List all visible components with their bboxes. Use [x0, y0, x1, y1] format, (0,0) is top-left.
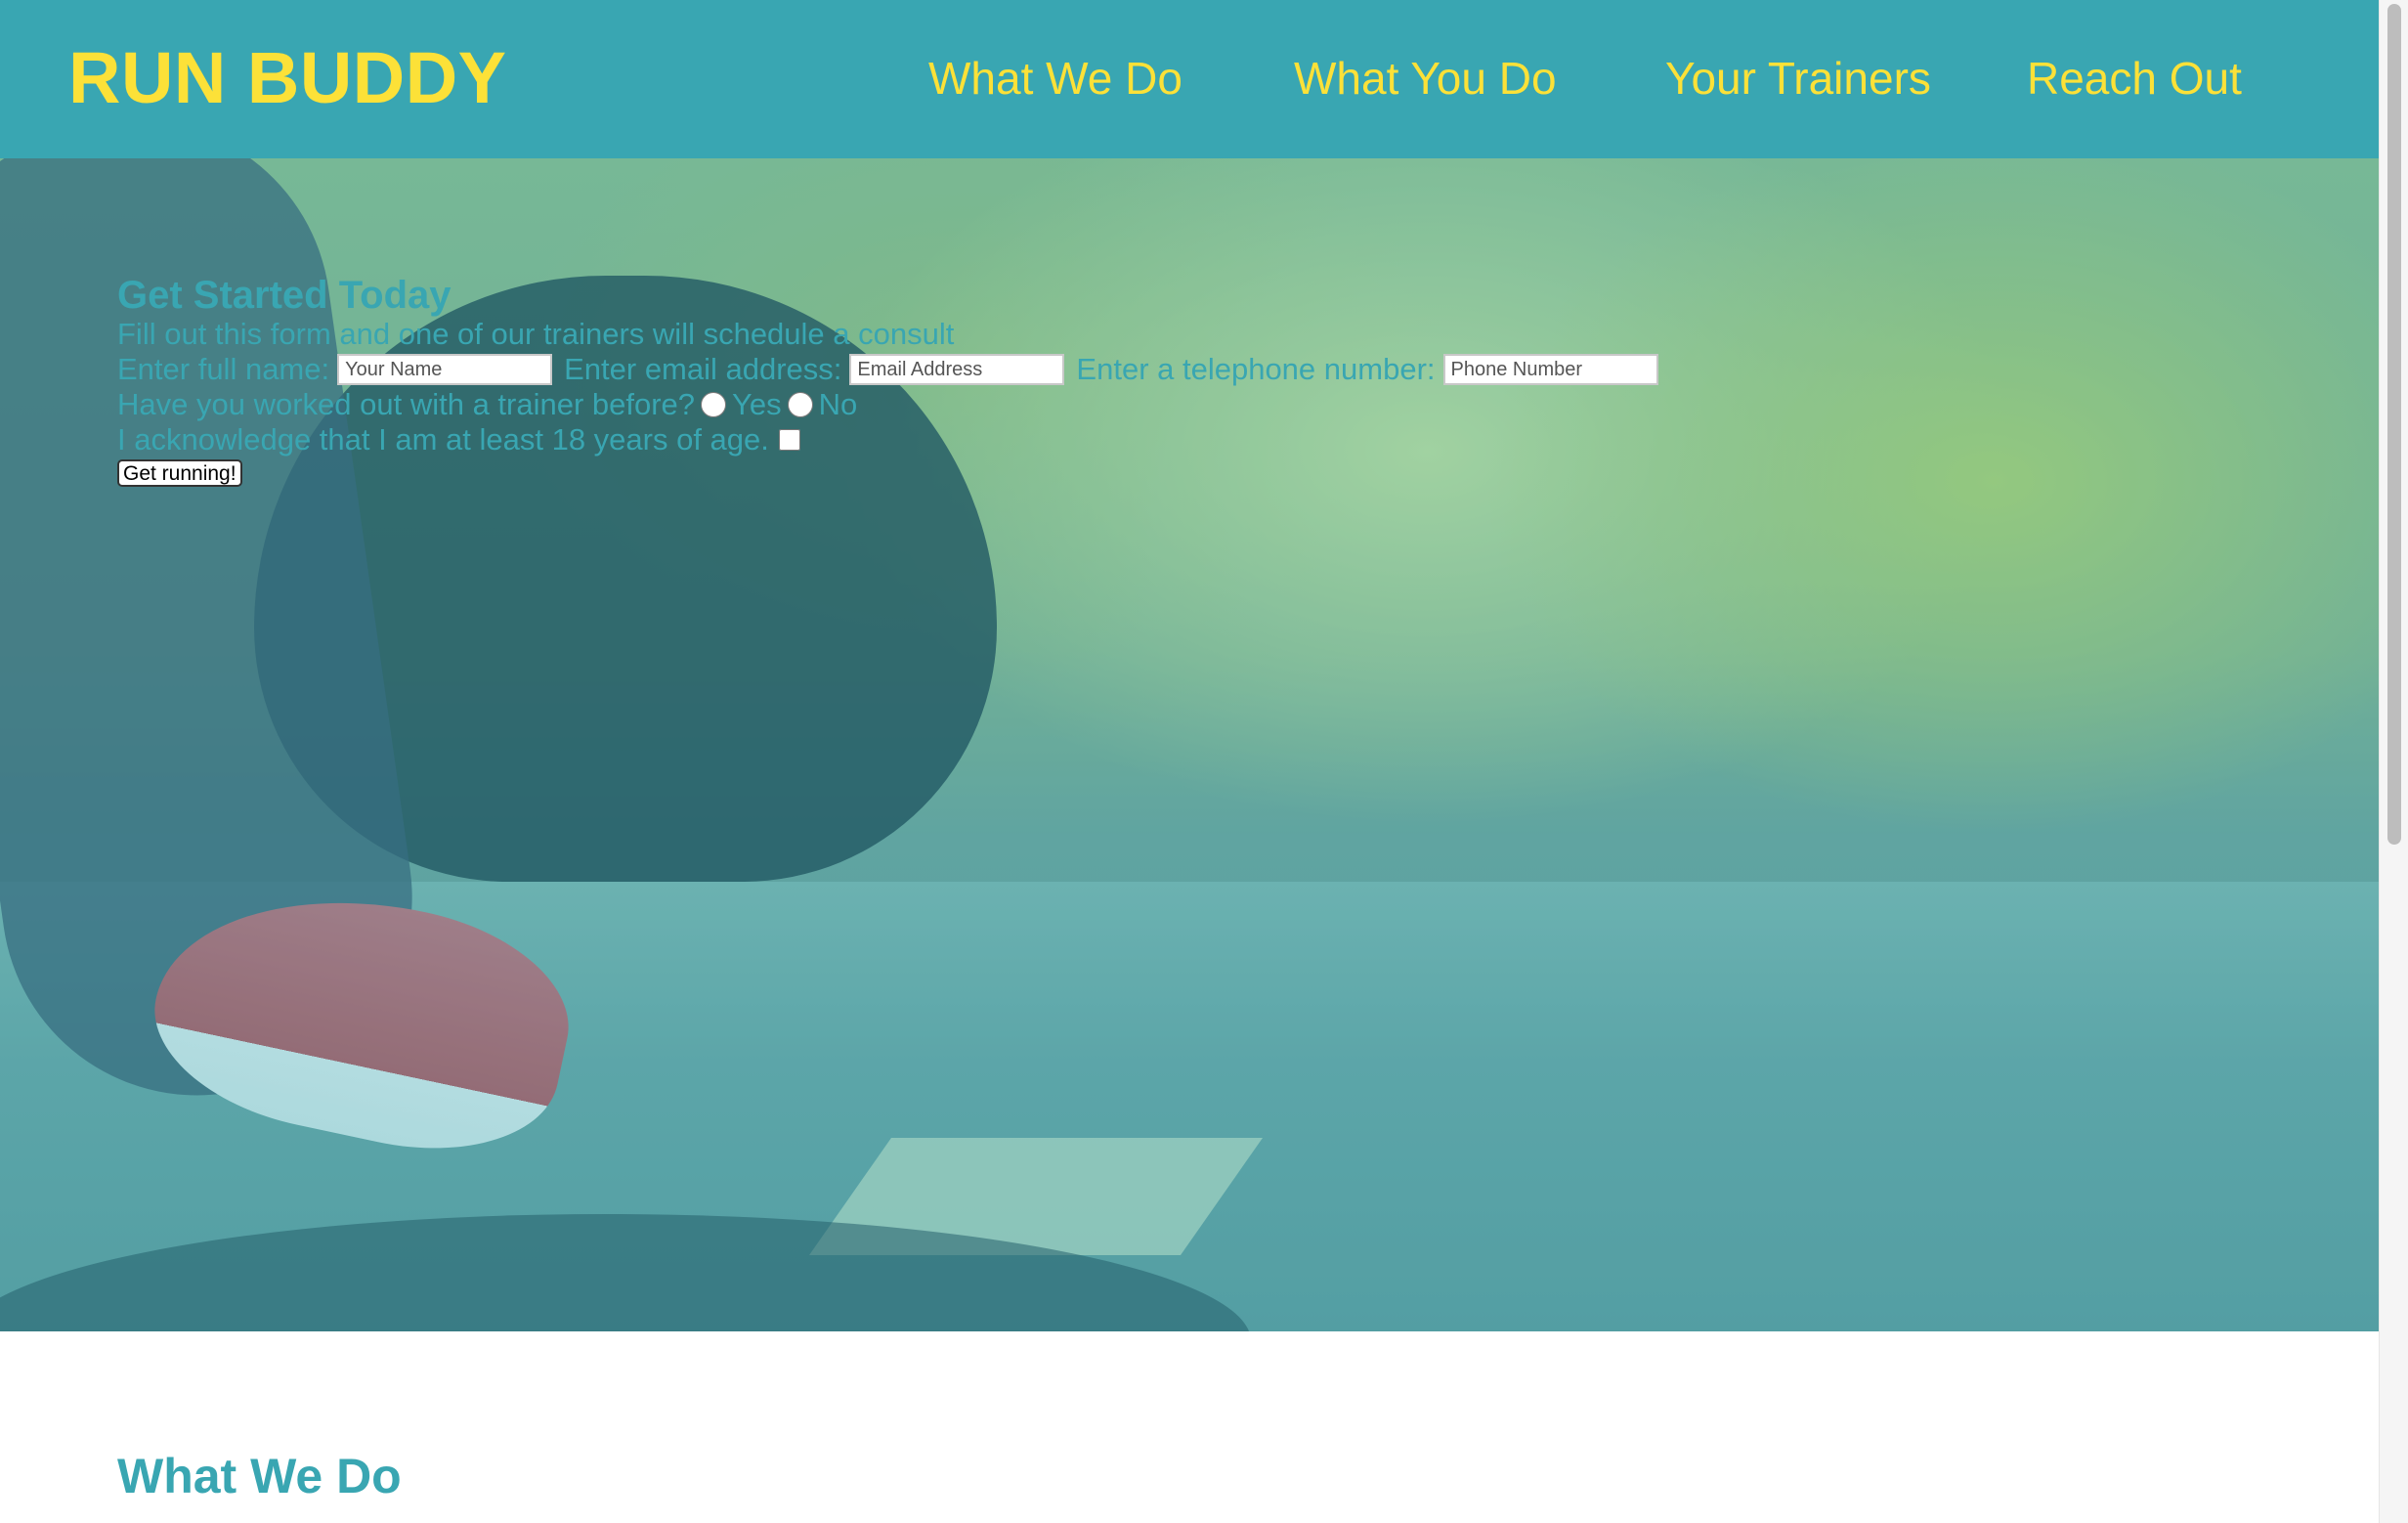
section-title-what-we-do: What We Do — [117, 1449, 402, 1503]
nav-your-trainers[interactable]: Your Trainers — [1665, 47, 1931, 109]
trainer-no-label: No — [818, 387, 858, 421]
phone-label: Enter a telephone number: — [1076, 352, 1436, 386]
name-input[interactable] — [337, 354, 553, 385]
form-subtitle: Fill out this form and one of our traine… — [117, 317, 955, 351]
trainer-yes-label: Yes — [732, 387, 782, 421]
nav-what-you-do[interactable]: What You Do — [1294, 47, 1557, 109]
age-ack-label: I acknowledge that I am at least 18 year… — [117, 422, 769, 457]
email-label: Enter email address: — [564, 352, 842, 386]
submit-button[interactable]: Get running! — [117, 459, 242, 487]
page: RUN BUDDY What We Do What You Do Your Tr… — [0, 0, 2408, 1523]
contact-fields-row: Enter full name: Enter email address: En… — [117, 352, 1670, 387]
age-ack-row: I acknowledge that I am at least 18 year… — [117, 422, 1670, 457]
scrollbar-thumb[interactable] — [2387, 4, 2401, 845]
nav-what-we-do[interactable]: What We Do — [928, 47, 1182, 109]
hero-section: Get Started Today Fill out this form and… — [0, 158, 2379, 1331]
phone-input[interactable] — [1442, 354, 1658, 385]
page-scrollbar[interactable] — [2379, 0, 2408, 1523]
trainer-question-row: Have you worked out with a trainer befor… — [117, 387, 1670, 422]
nav-reach-out[interactable]: Reach Out — [2027, 47, 2242, 109]
trainer-question: Have you worked out with a trainer befor… — [117, 387, 696, 421]
trainer-no-radio[interactable] — [787, 392, 813, 417]
age-ack-checkbox[interactable] — [778, 429, 800, 451]
form-title: Get Started Today — [117, 274, 452, 317]
site-logo[interactable]: RUN BUDDY — [68, 37, 507, 119]
trainer-yes-radio[interactable] — [701, 392, 727, 417]
site-header: RUN BUDDY What We Do What You Do Your Tr… — [0, 0, 2379, 158]
intake-form: Get Started Today Fill out this form and… — [117, 274, 1670, 487]
name-label: Enter full name: — [117, 352, 330, 386]
email-input[interactable] — [849, 354, 1065, 385]
